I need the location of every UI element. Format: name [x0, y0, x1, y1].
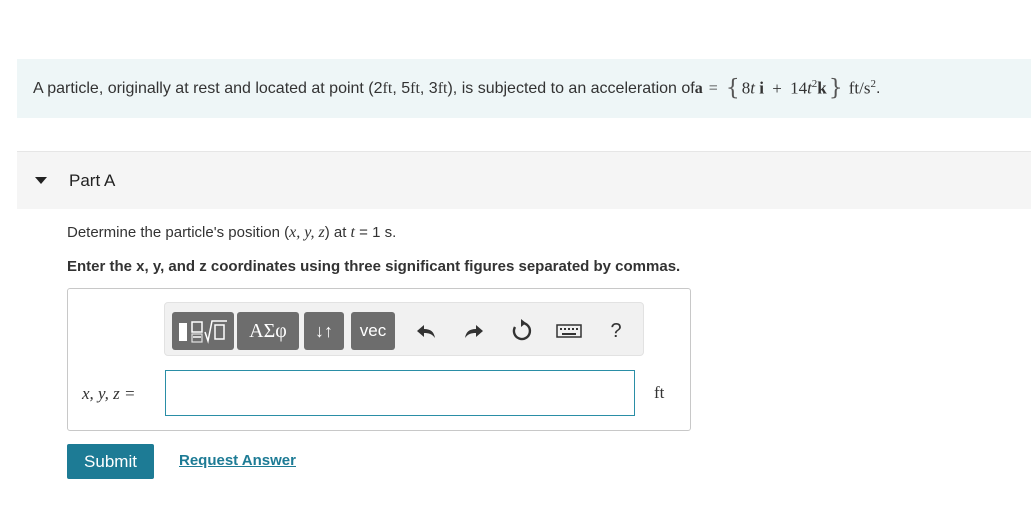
term1-var: t — [750, 78, 755, 98]
vec-button[interactable]: vec — [351, 312, 395, 350]
problem-close: ), is subjected to an acceleration of — [447, 79, 695, 97]
greek-button[interactable]: ΑΣφ — [237, 312, 299, 350]
question-coords: x, y, z — [289, 224, 325, 241]
term2-unit: k — [817, 78, 827, 98]
problem-end: . — [876, 79, 881, 97]
close-brace: } — [828, 76, 843, 101]
templates-button[interactable] — [172, 312, 234, 350]
unit-ft-3: ft — [437, 79, 448, 97]
problem-intro: A particle, originally at rest and locat… — [33, 79, 383, 97]
instruction-text: Enter the x, y, and z coordinates using … — [67, 258, 681, 275]
templates-icon — [179, 320, 227, 344]
reset-icon[interactable] — [508, 317, 536, 345]
submit-button[interactable]: Submit — [67, 444, 154, 479]
term1-coef: 8 — [741, 78, 751, 98]
accel-units: ft/s2 — [849, 78, 876, 99]
answer-variable-label: x, y, z = — [82, 384, 136, 404]
help-label: ? — [610, 319, 622, 342]
plus-sign: + — [772, 78, 782, 98]
accel-expression: 8t i + 14t2k — [742, 78, 827, 99]
answer-input[interactable] — [165, 370, 635, 416]
accel-units-text: ft/s — [848, 78, 871, 98]
problem-sep-1: , 5 — [392, 79, 411, 97]
request-answer-link[interactable]: Request Answer — [179, 452, 296, 469]
equals-sign: = — [708, 79, 718, 97]
open-brace: { — [725, 76, 740, 101]
answer-label: x, y, z = — [82, 384, 136, 403]
accel-var: a — [694, 79, 703, 97]
question-after: = 1 s. — [354, 224, 397, 241]
arrows-label: ↓↑ — [315, 320, 333, 341]
vec-label: vec — [359, 321, 387, 340]
part-title: Part A — [69, 170, 116, 190]
arrows-button[interactable]: ↓↑ — [304, 312, 344, 350]
unit-ft-1: ft — [382, 79, 393, 97]
problem-sep-2: , 3 — [419, 79, 438, 97]
question-text: Determine the particle's position (x, y,… — [67, 224, 396, 242]
math-toolbar: ΑΣφ ↓↑ vec ? — [164, 302, 644, 356]
greek-label: ΑΣφ — [249, 319, 287, 342]
term2-coef: 14 — [790, 78, 808, 98]
answer-unit: ft — [654, 383, 665, 402]
question-mid: ) at — [324, 224, 351, 241]
keyboard-icon[interactable] — [554, 317, 584, 345]
problem-statement: A particle, originally at rest and locat… — [17, 59, 1031, 118]
help-button[interactable]: ? — [605, 317, 627, 345]
question-before: Determine the particle's position ( — [67, 224, 290, 241]
unit-ft-2: ft — [410, 79, 420, 97]
redo-icon[interactable] — [461, 317, 487, 345]
answer-box: ΑΣφ ↓↑ vec ? x, y, z = ft — [67, 288, 691, 431]
term1-unit: i — [759, 78, 764, 98]
caret-down-icon[interactable] — [35, 177, 47, 184]
undo-icon[interactable] — [413, 317, 439, 345]
part-a-header[interactable]: Part A — [17, 151, 1031, 209]
